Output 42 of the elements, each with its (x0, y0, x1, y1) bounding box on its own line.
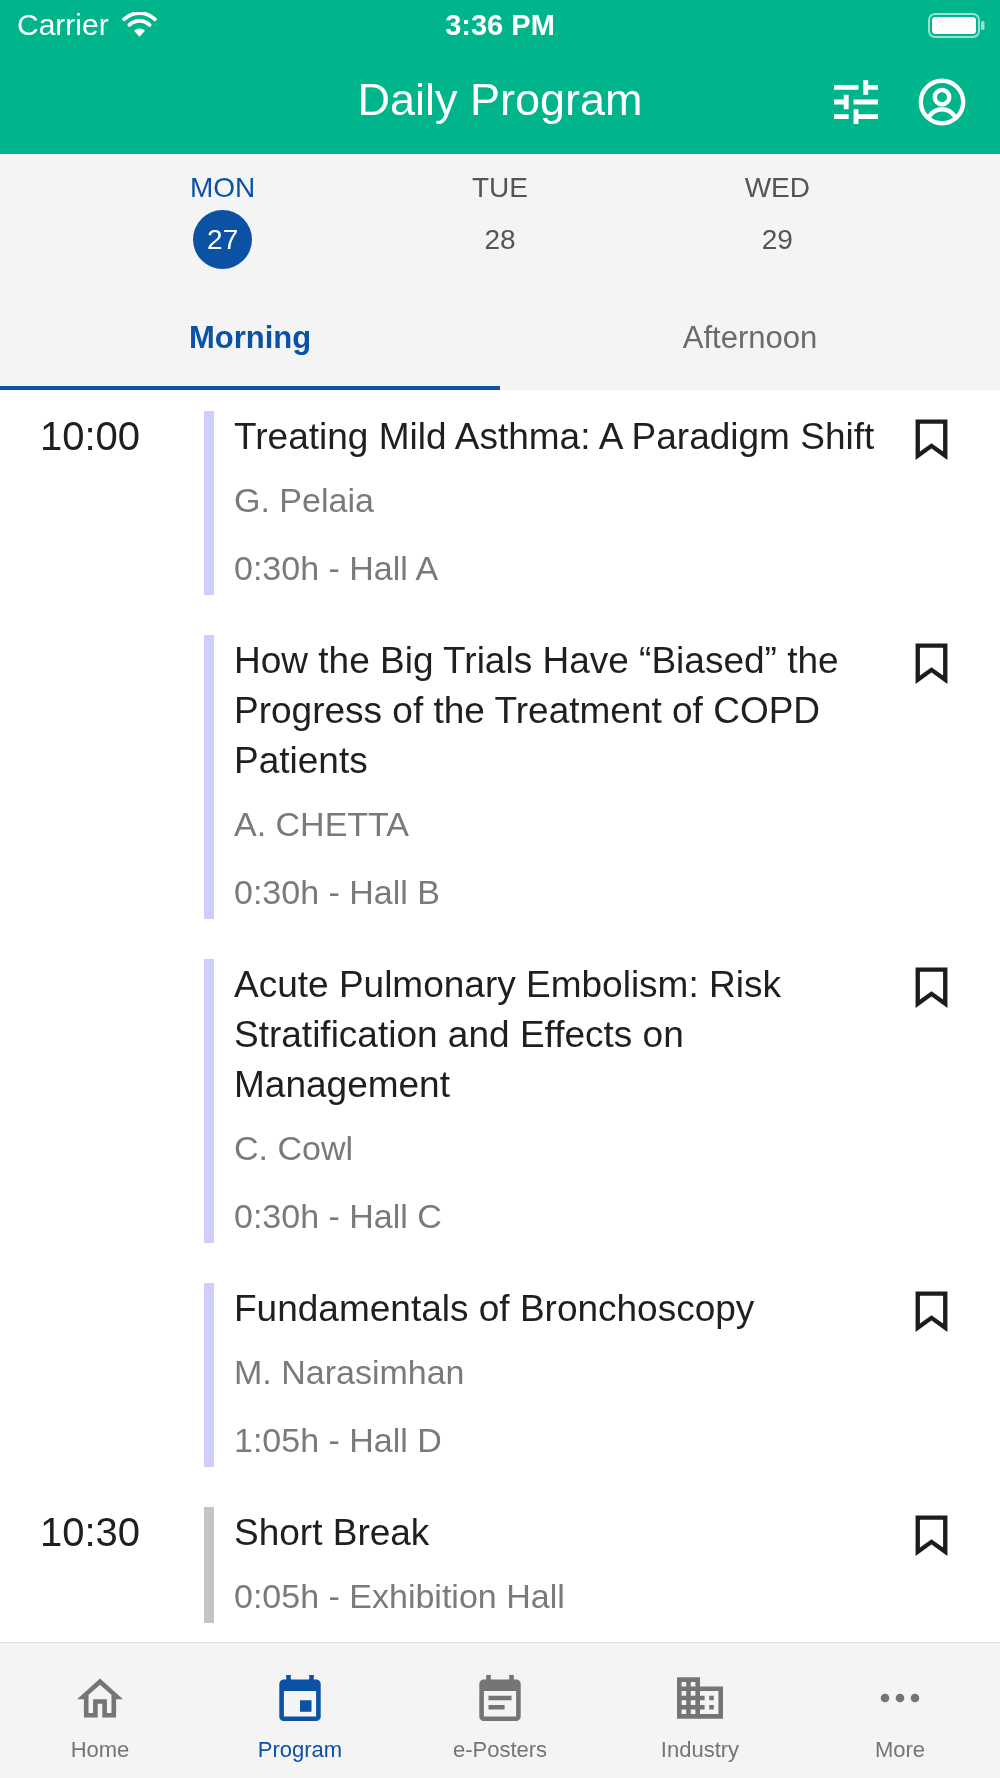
bookmark-icon[interactable] (914, 966, 949, 1008)
time-label: 10:30 (40, 1509, 141, 1556)
session-title: How the Big Trials Have “Biased” the Progress of the Treatment of COPD Patients (234, 639, 840, 783)
session-details: 0:30h - Hall A (234, 548, 439, 589)
bookmark-icon[interactable] (914, 418, 949, 460)
wifi-icon (121, 12, 157, 38)
session-details: 1:05h - Hall D (234, 1420, 442, 1461)
time-label: 10:00 (40, 413, 141, 460)
carrier-name: Carrier (17, 7, 109, 43)
period-tab[interactable]: Afternoon (500, 290, 1000, 390)
session-details: 0:05h - Exhibition Hall (234, 1576, 565, 1617)
session-title: Fundamentals of Bronchoscopy (234, 1287, 755, 1331)
session-title: Short Break (234, 1511, 430, 1555)
nav-item[interactable]: Industry (648, 1671, 752, 1768)
speaker-name: M. Narasimhan (234, 1352, 465, 1393)
day-tab[interactable]: WED 29 (734, 170, 820, 269)
period-tab[interactable]: Morning (0, 290, 500, 390)
bookmark-icon[interactable] (914, 642, 949, 684)
day-tab[interactable]: TUE 28 (460, 170, 540, 269)
session-title: Acute Pulmonary Embolism: Risk Stratification and Effects on Management (234, 963, 782, 1107)
nav-item[interactable]: e-Posters (440, 1671, 560, 1768)
speaker-name: G. Pelaia (234, 480, 374, 521)
account-icon[interactable] (918, 78, 966, 126)
ellipsis-icon (880, 1692, 920, 1704)
building-icon (677, 1675, 723, 1721)
day-tab[interactable]: MON 27 (180, 170, 266, 269)
speaker-name: A. CHETTA (234, 804, 410, 845)
session-details: 0:30h - Hall C (234, 1196, 442, 1237)
bookmark-icon[interactable] (914, 1290, 949, 1332)
sliders-icon[interactable] (834, 80, 878, 124)
page-title: Daily Program (357, 73, 643, 127)
nav-item[interactable]: Program (245, 1671, 355, 1768)
session-title: Treating Mild Asthma: A Paradigm Shift (234, 415, 875, 459)
session-details: 0:30h - Hall B (234, 872, 440, 913)
calendar-icon (277, 1675, 323, 1721)
calendar-note-icon (477, 1675, 523, 1721)
speaker-name: C. Cowl (234, 1128, 354, 1169)
nav-item[interactable]: More (862, 1671, 938, 1768)
bookmark-icon[interactable] (914, 1514, 949, 1556)
status-time: 3:36 PM (445, 8, 555, 43)
battery-icon (928, 12, 985, 38)
nav-item[interactable]: Home (58, 1671, 142, 1768)
